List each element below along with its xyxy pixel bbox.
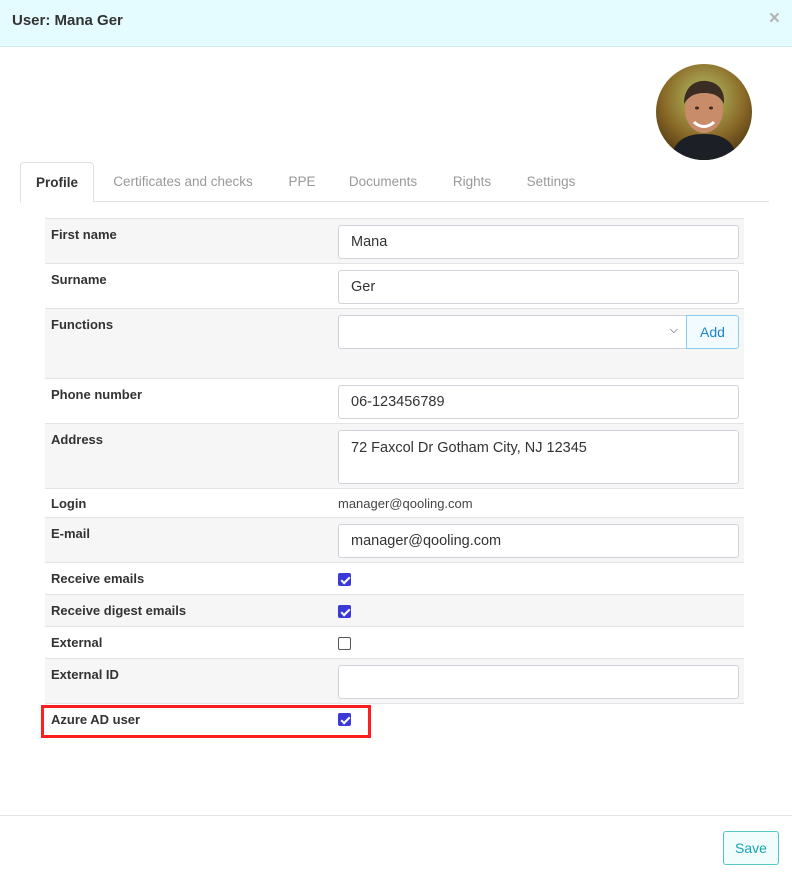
phone-label: Phone number [51,387,143,402]
row-external: External [45,626,744,659]
save-button[interactable]: Save [723,831,779,865]
azure-ad-label: Azure AD user [51,712,141,727]
user-avatar-photo-icon [656,64,752,160]
first-name-label: First name [51,227,117,242]
row-azure-ad: Azure AD user [45,703,744,736]
row-login: Login manager@qooling.com [45,488,744,518]
row-functions: Functions ⌵ Add [45,308,744,379]
row-receive-digest: Receive digest emails [45,594,744,627]
tab-bar: Profile Certificates and checks PPE Docu… [20,162,769,203]
avatar [656,64,752,160]
email-label: E-mail [51,526,91,541]
modal-title: User: Mana Ger [12,12,123,29]
surname-label: Surname [51,272,107,287]
receive-digest-checkbox[interactable] [338,605,351,618]
tab-profile[interactable]: Profile [20,162,94,203]
row-address: Address 72 Faxcol Dr Gotham City, NJ 123… [45,423,744,489]
receive-emails-label: Receive emails [51,571,145,586]
login-label: Login [51,496,87,511]
tab-certificates[interactable]: Certificates and checks [103,162,263,202]
tab-ppe[interactable]: PPE [278,162,326,202]
address-label: Address [51,432,104,447]
chevron-down-icon: ⌵ [669,324,678,336]
external-checkbox[interactable] [338,637,351,650]
surname-input[interactable] [338,270,739,304]
functions-label: Functions [51,317,114,332]
phone-input[interactable] [338,385,739,419]
external-label: External [51,635,103,650]
functions-select[interactable]: ⌵ [338,315,687,349]
row-receive-emails: Receive emails [45,562,744,595]
external-id-input[interactable] [338,665,739,699]
row-surname: Surname [45,263,744,309]
receive-digest-label: Receive digest emails [51,603,187,618]
address-textarea[interactable]: 72 Faxcol Dr Gotham City, NJ 12345 [338,430,739,484]
modal-header: User: Mana Ger × [0,0,792,47]
tab-documents[interactable]: Documents [340,162,426,202]
first-name-input[interactable] [338,225,739,259]
receive-emails-checkbox[interactable] [338,573,351,586]
add-function-button[interactable]: Add [686,315,739,349]
row-email: E-mail [45,517,744,563]
row-first-name: First name [45,218,744,264]
azure-ad-checkbox[interactable] [338,713,351,726]
login-value: manager@qooling.com [338,496,473,511]
row-external-id: External ID [45,658,744,704]
email-input[interactable] [338,524,739,558]
row-phone: Phone number [45,378,744,424]
tab-rights[interactable]: Rights [444,162,500,202]
tab-settings[interactable]: Settings [516,162,586,202]
footer-divider [0,815,792,816]
close-icon[interactable]: × [769,9,780,28]
external-id-label: External ID [51,667,119,682]
